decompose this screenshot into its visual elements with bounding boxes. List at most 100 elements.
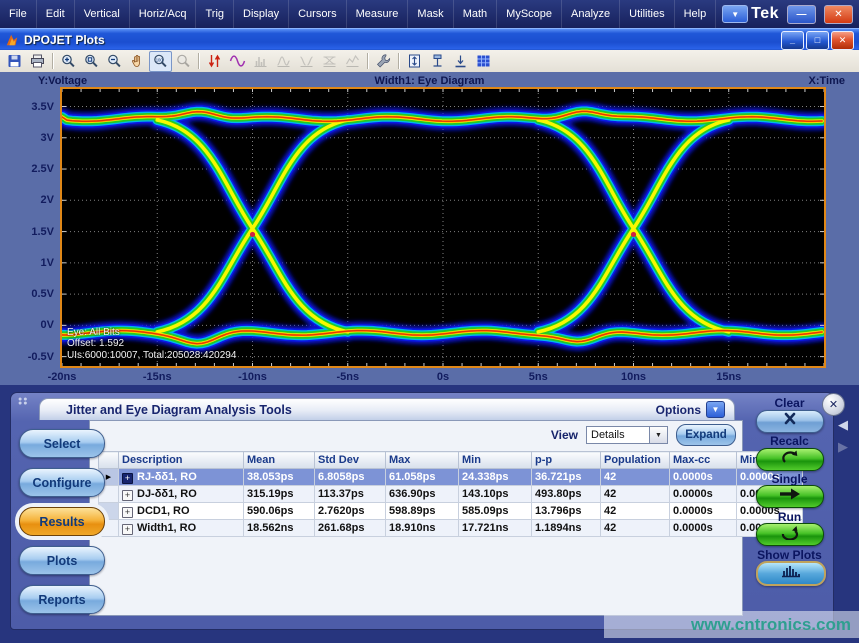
menu-item-cursors[interactable]: Cursors — [289, 0, 347, 28]
plots-toolbar: 100 — [0, 50, 859, 73]
print-icon[interactable] — [26, 51, 49, 72]
run-button[interactable] — [756, 523, 824, 546]
pan-hand-icon[interactable] — [126, 51, 149, 72]
grid-view-icon[interactable] — [472, 51, 495, 72]
expand-plus-icon[interactable]: + — [122, 473, 133, 484]
scope-minimize-button[interactable]: — — [787, 5, 816, 24]
menu-item-edit[interactable]: Edit — [37, 0, 75, 28]
value-cell-mean: 18.562ns — [244, 520, 315, 537]
menu-item-help[interactable]: Help — [675, 0, 717, 28]
description-cell: +Width1, RO — [119, 520, 244, 537]
panel-collapse-left-arrow[interactable]: ◀ — [838, 417, 848, 433]
menu-item-trig[interactable]: Trig — [196, 0, 234, 28]
close-button[interactable]: ✕ — [831, 31, 854, 50]
menu-item-horiz-acq[interactable]: Horiz/Acq — [130, 0, 197, 28]
configure-button[interactable]: Configure — [19, 468, 105, 497]
scope-close-button[interactable]: ✕ — [824, 5, 853, 24]
minimize-button[interactable]: _ — [781, 31, 804, 50]
spectrum-plot-icon[interactable] — [272, 51, 295, 72]
view-combo: Details ▼ — [586, 426, 668, 444]
value-cell-std-dev: 261.68ps — [315, 520, 386, 537]
results-content: View Details ▼ Expand DescriptionMeanStd… — [89, 420, 743, 616]
menu-item-display[interactable]: Display — [234, 0, 289, 28]
expand-plus-icon[interactable]: + — [122, 524, 133, 535]
value-cell-population: 42 — [601, 503, 670, 520]
table-row[interactable]: +Width1, RO18.562ns261.68ps18.910ns17.72… — [99, 520, 803, 537]
histogram-plot-icon[interactable] — [249, 51, 272, 72]
expand-plus-icon[interactable]: + — [122, 507, 133, 518]
zoom-100-icon[interactable]: 100 — [149, 51, 172, 72]
maximize-button[interactable]: □ — [806, 31, 829, 50]
view-select[interactable]: Details — [586, 426, 650, 444]
results-table: DescriptionMeanStd DevMaxMinp-pPopulatio… — [98, 451, 803, 537]
eye-plot-icon[interactable] — [318, 51, 341, 72]
panel-close-button[interactable]: ✕ — [822, 393, 845, 416]
column-header-std-dev: Std Dev — [315, 452, 386, 469]
value-cell-population: 42 — [601, 486, 670, 503]
plot-region: Y:Voltage Width1: Eye Diagram X:Time Eye… — [0, 72, 859, 385]
value-cell-p-p: 36.721ps — [532, 469, 601, 486]
zoom-in-icon[interactable] — [57, 51, 80, 72]
plots-button[interactable]: Plots — [19, 546, 105, 575]
expand-button[interactable]: Expand — [676, 424, 736, 446]
value-cell-p-p: 13.796ps — [532, 503, 601, 520]
view-combo-arrow-button[interactable]: ▼ — [650, 426, 668, 444]
select-button[interactable]: Select — [19, 429, 105, 458]
single-button[interactable] — [756, 485, 824, 508]
description-text: DJ-δδ1, RO — [137, 488, 197, 500]
menubar-right: Tek — ✕ — [751, 5, 859, 24]
menu-item-myscope[interactable]: MyScope — [497, 0, 562, 28]
table-row[interactable]: +DJ-δδ1, RO315.19ps113.37ps636.90ps143.1… — [99, 486, 803, 503]
value-cell-mean: 590.06ps — [244, 503, 315, 520]
sine-wave-icon[interactable] — [226, 51, 249, 72]
menu-item-file[interactable]: File — [0, 0, 37, 28]
recalc-button[interactable] — [756, 448, 824, 471]
options-dropdown-button[interactable]: ▼ — [706, 401, 725, 418]
show-plots-button[interactable] — [756, 561, 826, 586]
column-header-p-p: p-p — [532, 452, 601, 469]
window-title: DPOJET Plots — [24, 33, 105, 47]
value-cell-max: 598.89ps — [386, 503, 459, 520]
table-row[interactable]: +DCD1, RO590.06ps2.7620ps598.89ps585.09p… — [99, 503, 803, 520]
menu-item-vertical[interactable]: Vertical — [75, 0, 130, 28]
waveform-updown-icon[interactable] — [203, 51, 226, 72]
clear-button[interactable] — [756, 410, 824, 433]
value-cell-std-dev: 6.8058ps — [315, 469, 386, 486]
panel-expand-right-arrow[interactable]: ▶ — [838, 439, 848, 455]
table-row[interactable]: ▶+RJ-δδ1, RO38.053ps6.8058ps61.058ps24.3… — [99, 469, 803, 486]
vertical-scale-icon[interactable] — [403, 51, 426, 72]
view-row: View Details ▼ Expand — [90, 423, 742, 447]
x-tick-label: -10ns — [238, 371, 267, 383]
show-plots-histogram-icon — [778, 563, 804, 584]
cursor-marker-icon[interactable] — [426, 51, 449, 72]
wrench-icon[interactable] — [372, 51, 395, 72]
trend-plot-icon[interactable] — [341, 51, 364, 72]
value-cell-min: 17.721ns — [459, 520, 532, 537]
show-plots-label: Show Plots — [748, 548, 831, 562]
reports-button[interactable]: Reports — [19, 585, 105, 614]
menu-item-utilities[interactable]: Utilities — [620, 0, 674, 28]
value-cell-p-p: 1.1894ns — [532, 520, 601, 537]
window-controls: _ □ ✕ — [781, 31, 859, 50]
plot-title: Width1: Eye Diagram — [0, 75, 859, 87]
column-header-population: Population — [601, 452, 670, 469]
menu-item-measure[interactable]: Measure — [347, 0, 409, 28]
zoom-box-icon[interactable] — [80, 51, 103, 72]
zoom-prev-icon[interactable] — [172, 51, 195, 72]
y-tick-label: 1.5V — [14, 226, 54, 238]
menu-item-math[interactable]: Math — [454, 0, 497, 28]
options-box: Options ▼ — [656, 401, 734, 418]
menu-dropdown-button[interactable]: ▼ — [722, 5, 748, 23]
zoom-out-icon[interactable] — [103, 51, 126, 72]
dpojet-plots-titlebar[interactable]: DPOJET Plots _ □ ✕ — [0, 28, 859, 51]
panel-drag-grip[interactable]: ●●●● — [18, 398, 28, 410]
bathtub-plot-icon[interactable] — [295, 51, 318, 72]
y-tick-label: -0.5V — [14, 351, 54, 363]
align-bottom-icon[interactable] — [449, 51, 472, 72]
value-cell-max: 18.910ns — [386, 520, 459, 537]
results-button[interactable]: Results — [19, 507, 105, 536]
menu-item-analyze[interactable]: Analyze — [562, 0, 620, 28]
expand-plus-icon[interactable]: + — [122, 490, 133, 501]
menu-item-mask[interactable]: Mask — [408, 0, 453, 28]
save-icon[interactable] — [3, 51, 26, 72]
